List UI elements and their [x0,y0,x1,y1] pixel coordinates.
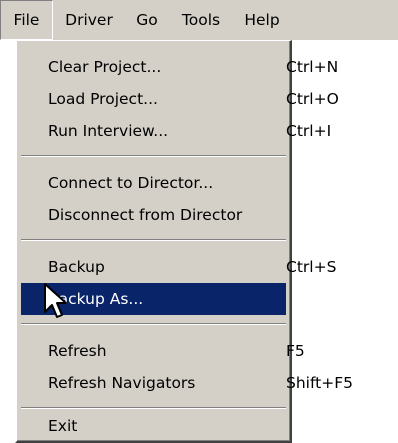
menu-item-disconnect-director[interactable]: Disconnect from Director [21,199,286,231]
menu-item-connect-director[interactable]: Connect to Director... [21,167,286,199]
menu-item-label: Connect to Director... [48,174,214,192]
menu-item-backup[interactable]: Backup Ctrl+S [21,251,336,283]
menu-item-label: Disconnect from Director [48,206,243,224]
menu-item-label: Refresh Navigators [48,374,196,392]
menu-separator [21,239,286,241]
menu-item-shortcut: F5 [286,342,305,360]
menu-item-shortcut: Ctrl+N [286,58,339,76]
menu-item-shortcut: Shift+F5 [286,374,353,392]
menu-driver[interactable]: Driver [60,0,118,40]
menu-item-run-interview[interactable]: Run Interview... Ctrl+I [21,115,331,147]
menu-item-label: Exit [48,417,78,435]
menu-item-load-project[interactable]: Load Project... Ctrl+O [21,83,339,115]
menu-item-refresh-navigators[interactable]: Refresh Navigators Shift+F5 [21,367,353,399]
menu-item-shortcut: Ctrl+S [286,258,337,276]
menu-go[interactable]: Go [132,0,162,40]
menu-item-shortcut: Ctrl+O [286,90,339,108]
menu-item-shortcut: Ctrl+I [286,122,332,140]
menu-separator [21,155,286,157]
menu-item-label: Clear Project... [48,58,162,76]
menu-item-exit[interactable]: Exit [21,411,286,441]
file-menu-dropdown: Clear Project... Ctrl+N Load Project... … [15,40,353,443]
menu-item-label: Run Interview... [48,122,169,140]
menu-item-label: Load Project... [48,90,158,108]
arrow-pointer-icon [44,283,67,318]
menu-separator [21,323,286,325]
menu-item-refresh[interactable]: Refresh F5 [21,335,305,367]
menu-bar: File Driver Go Tools Help [0,0,398,40]
menu-item-label: Backup [48,258,105,276]
menu-help[interactable]: Help [242,0,282,40]
menu-tools[interactable]: Tools [176,0,226,40]
menu-item-label: Refresh [48,342,107,360]
menu-separator [21,407,286,409]
menu-file[interactable]: File [0,0,53,40]
menu-item-clear-project[interactable]: Clear Project... Ctrl+N [21,51,338,83]
